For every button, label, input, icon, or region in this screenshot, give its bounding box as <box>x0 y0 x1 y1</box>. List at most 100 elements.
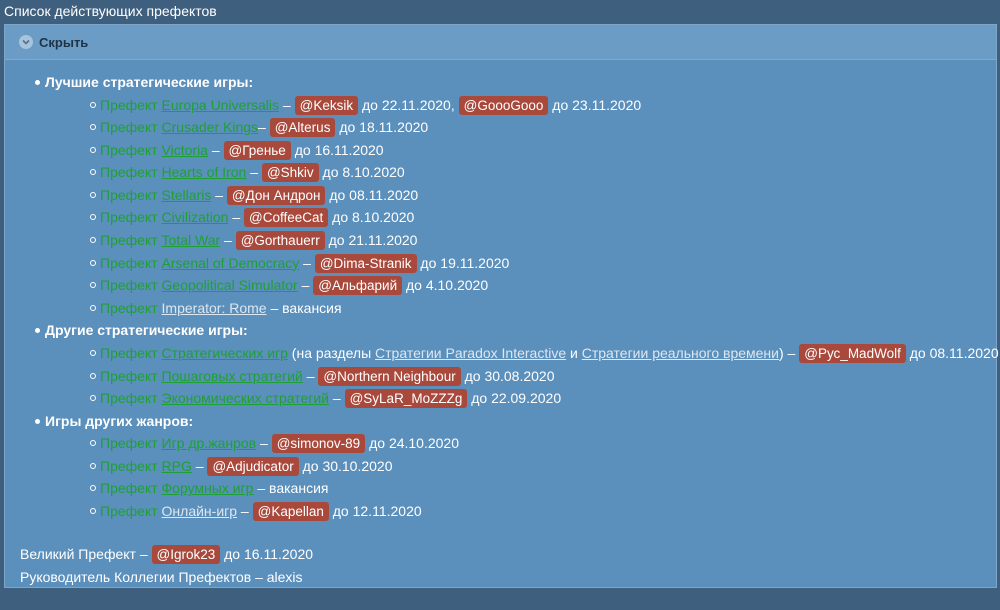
category-list: Лучшие стратегические игры: Префект Europ… <box>5 71 999 523</box>
game-forum-link[interactable]: Экономических стратегий <box>162 390 329 406</box>
until-date: до 8.10.2020 <box>318 164 405 181</box>
game-forum-link[interactable]: Civilization <box>162 209 229 225</box>
until-date: до 22.11.2020, <box>358 96 459 113</box>
mention-tag[interactable]: @Kapellan <box>252 502 329 521</box>
separator: – <box>207 141 224 158</box>
vacancy-label: вакансия <box>282 299 342 316</box>
footer: Великий Префект – @Igrok23 до 16.11.2020… <box>20 543 313 589</box>
game-forum-link[interactable]: Total War <box>162 232 221 248</box>
game-forum-link[interactable]: Hearts of Iron <box>162 164 247 180</box>
prefect-row: Префект Total War – @Gorthauerr до 21.11… <box>90 229 996 252</box>
until-date: до 30.08.2020 <box>460 367 555 384</box>
game-forum-link[interactable]: Стратегических игр <box>162 345 288 361</box>
prefect-row: Префект Victoria – @Гренье до 16.11.2020 <box>90 139 996 162</box>
prefect-row: Префект Stellaris – @Дон Андрон до 08.11… <box>90 184 996 207</box>
prefect-prefix: Префект <box>100 209 162 226</box>
sections-and: и <box>566 344 582 361</box>
mention-tag[interactable]: @Igrok23 <box>151 545 221 564</box>
prefect-row: Префект Crusader Kings– @Alterus до 18.1… <box>90 116 996 139</box>
prefect-prefix: Префект <box>100 164 162 181</box>
mention-tag[interactable]: @Dima-Stranik <box>314 253 417 273</box>
separator: – <box>253 480 270 497</box>
mention-tag[interactable]: @SyLaR_MoZZZg <box>344 389 468 409</box>
prefect-row: Префект Онлайн-игр – @Kapellan до 12.11.… <box>90 500 996 523</box>
prefect-list: Лучшие стратегические игры: Префект Europ… <box>5 71 999 523</box>
prefect-row: Префект Форумных игр – вакансия <box>90 477 996 500</box>
prefect-row: Префект Geopolitical Simulator – @Альфар… <box>90 274 996 297</box>
game-forum-link[interactable]: Victoria <box>162 142 208 158</box>
game-forum-link[interactable]: Онлайн-игр <box>162 503 238 519</box>
category-item: Игры других жанров: Префект Игр др.жанров… <box>35 410 996 523</box>
until-date: до 23.11.2020 <box>548 96 642 113</box>
mention-tag[interactable]: @Northern Neighbour <box>318 366 461 386</box>
prefect-row: Префект Стратегических игр (на разделы С… <box>90 342 999 365</box>
section-link[interactable]: Стратегии Paradox Interactive <box>375 345 566 361</box>
prefect-row: Префект RPG – @Adjudicator до 30.10.2020 <box>90 455 996 478</box>
mention-tag[interactable]: @Adjudicator <box>207 456 299 476</box>
head-of-college-line: Руководитель Коллегии Префектов – alexis <box>20 569 303 585</box>
game-forum-link[interactable]: Форумных игр <box>162 480 254 496</box>
mention-tag[interactable]: @Gorthauerr <box>235 231 325 251</box>
separator: – <box>302 367 319 384</box>
prefect-prefix: Префект <box>100 367 162 384</box>
until-date: до 8.10.2020 <box>328 209 415 226</box>
mention-tag[interactable]: @simonov-89 <box>271 434 366 454</box>
separator: – <box>299 254 315 271</box>
mention-tag[interactable]: @CoffeeCat <box>244 208 329 228</box>
prefect-row: Префект Игр др.жанров – @simonov-89 до 2… <box>90 432 996 455</box>
mention-tag[interactable]: @Рус_MadWolf <box>799 343 906 363</box>
separator: – <box>783 344 800 361</box>
prefect-items: Префект Стратегических игр (на разделы С… <box>45 342 999 410</box>
game-forum-link[interactable]: Arsenal of Democracy <box>162 255 300 271</box>
until-date: до 19.11.2020 <box>416 254 510 271</box>
vacancy-label: вакансия <box>269 480 329 497</box>
game-forum-link[interactable]: RPG <box>162 458 192 474</box>
separator: – <box>220 232 236 249</box>
prefect-items: Префект Europa Universalis – @Keksik до … <box>45 94 996 320</box>
prefect-prefix: Префект <box>100 503 162 519</box>
prefect-row: Префект Arsenal of Democracy – @Dima-Str… <box>90 252 996 275</box>
great-prefect-line: Великий Префект – @Igrok23 до 16.11.2020 <box>20 543 313 566</box>
category-title: Другие стратегические игры: <box>45 322 248 339</box>
separator: – <box>191 457 208 474</box>
game-forum-link[interactable]: Crusader Kings <box>162 119 259 135</box>
until-date: до 22.09.2020 <box>467 390 562 407</box>
mention-tag[interactable]: @Shkiv <box>261 163 319 183</box>
until-date: до 12.11.2020 <box>328 503 422 519</box>
prefect-prefix: Префект <box>100 299 162 316</box>
prefect-items: Префект Игр др.жанров – @simonov-89 до 2… <box>45 432 996 522</box>
section-link[interactable]: Стратегии реального времени <box>582 345 779 361</box>
game-forum-link[interactable]: Imperator: Rome <box>162 300 267 316</box>
until-date: до 21.11.2020 <box>324 232 418 249</box>
prefect-row: Префект Civilization – @CoffeeCat до 8.1… <box>90 206 996 229</box>
prefect-prefix: Префект <box>100 344 162 361</box>
prefect-prefix: Префект <box>100 186 162 203</box>
game-forum-link[interactable]: Пошаговых стратегий <box>162 368 303 384</box>
mention-tag[interactable]: @Альфарий <box>313 276 403 296</box>
game-forum-link[interactable]: Europa Universalis <box>162 97 280 113</box>
game-forum-link[interactable]: Geopolitical Simulator <box>162 277 298 293</box>
mention-tag[interactable]: @Keksik <box>294 95 359 115</box>
game-forum-link[interactable]: Игр др.жанров <box>162 435 257 451</box>
game-forum-link[interactable]: Stellaris <box>162 187 212 203</box>
mention-tag[interactable]: @Дон Андрон <box>226 185 326 205</box>
mention-tag[interactable]: @Alterus <box>269 118 336 138</box>
until-date: до 4.10.2020 <box>402 277 489 294</box>
mention-tag[interactable]: @GoooGooo <box>458 95 549 115</box>
prefect-row: Префект Пошаговых стратегий – @Northern … <box>90 365 996 388</box>
prefect-prefix: Префект <box>100 435 162 452</box>
separator: – <box>258 119 270 136</box>
until-date: до 08.11.2020 <box>325 186 419 203</box>
mention-tag[interactable]: @Гренье <box>223 140 291 160</box>
spoiler-toggle[interactable]: Скрыть <box>5 25 996 60</box>
until-date: до 16.11.2020 <box>220 546 314 562</box>
separator: – <box>228 209 245 226</box>
chevron-down-icon <box>19 35 33 49</box>
prefect-prefix: Префект <box>100 119 162 136</box>
prefect-prefix: Префект <box>100 141 162 158</box>
category-title: Лучшие стратегические игры: <box>45 74 254 90</box>
separator: – <box>211 186 227 203</box>
sections-open: (на разделы <box>287 344 376 361</box>
prefect-prefix: Префект <box>100 96 162 113</box>
separator: – <box>279 96 295 113</box>
